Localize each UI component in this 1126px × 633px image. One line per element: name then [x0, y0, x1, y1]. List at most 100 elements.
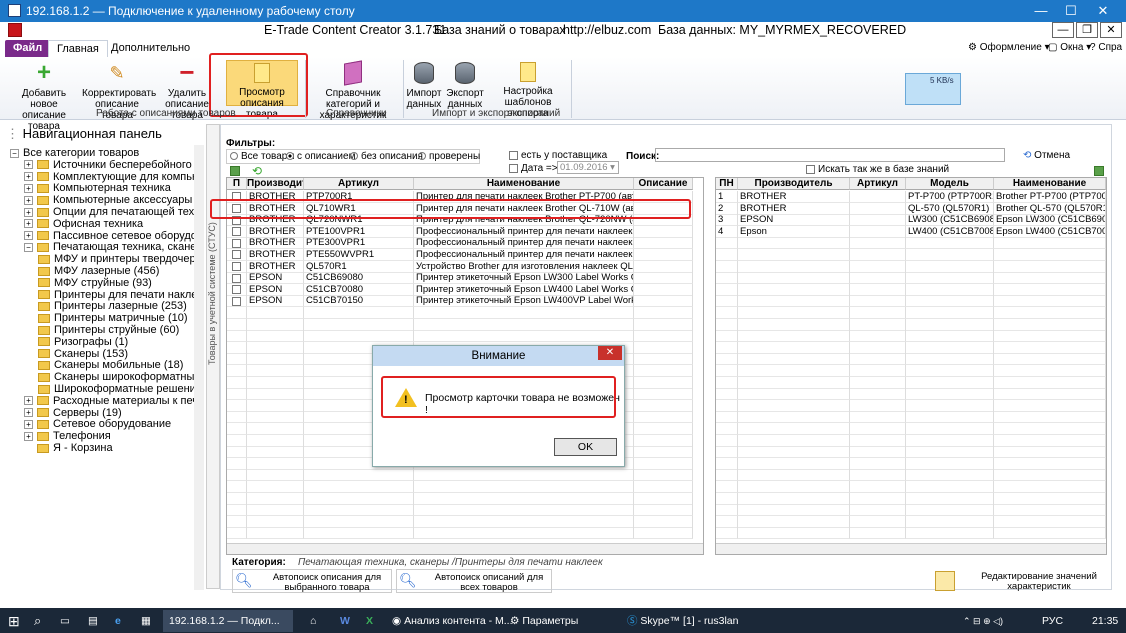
- refresh-grid-icon[interactable]: ⟲: [252, 164, 262, 178]
- column-header[interactable]: Модель: [906, 178, 994, 190]
- tab-file[interactable]: Файл: [5, 40, 51, 57]
- collapse-icon[interactable]: −: [24, 242, 33, 252]
- column-header[interactable]: Наименование: [414, 178, 634, 190]
- horizontal-scrollbar[interactable]: [227, 543, 703, 554]
- table-cell[interactable]: LW300 (C51CB69080): [906, 214, 994, 227]
- date-checkbox[interactable]: Дата =>: [509, 163, 558, 174]
- column-header[interactable]: Наименование: [994, 178, 1106, 190]
- table-cell[interactable]: LW400 (C51CB70080): [906, 225, 994, 238]
- table-cell[interactable]: [634, 249, 693, 261]
- export-grid-icon[interactable]: [230, 166, 240, 176]
- tree-node[interactable]: + Опции для печатающей техники: [24, 206, 194, 218]
- tree-node[interactable]: Принтеры матричные (10): [38, 312, 188, 324]
- search-input[interactable]: [655, 148, 1005, 162]
- table-cell[interactable]: Профессиональный принтер для печати накл…: [414, 249, 634, 261]
- export-data-button[interactable]: Экспорт данных: [445, 62, 485, 110]
- table-cell[interactable]: Принтер этикеточный Epson LW400 Label Wo…: [414, 283, 634, 296]
- table-cell[interactable]: Epson LW400 (C51CB70080): [994, 225, 1106, 238]
- menu-windows[interactable]: ▢ Окна ▾: [1048, 42, 1091, 53]
- row-checkbox[interactable]: [232, 296, 241, 306]
- table-cell[interactable]: 4: [716, 225, 738, 238]
- tree-node[interactable]: МФУ и принтеры твердочерн: [38, 253, 194, 265]
- date-field[interactable]: 01.09.2016 ▾: [557, 161, 619, 174]
- table-cell[interactable]: Brother PT-P700 (PTP700R1): [994, 191, 1106, 203]
- expand-icon[interactable]: +: [24, 231, 33, 241]
- expand-icon[interactable]: +: [24, 160, 33, 170]
- tree-node[interactable]: Ризографы (1): [38, 336, 128, 348]
- table-cell[interactable]: [227, 283, 247, 296]
- app-restore-button[interactable]: ❐: [1076, 22, 1098, 38]
- store-icon[interactable]: ▦: [141, 610, 151, 632]
- app-minimize-button[interactable]: —: [1052, 22, 1074, 38]
- table-cell[interactable]: [634, 237, 693, 250]
- expand-icon[interactable]: +: [24, 419, 33, 429]
- horizontal-scrollbar[interactable]: [716, 543, 1106, 554]
- tree-node[interactable]: + Комплектующие для компьютера: [24, 171, 194, 183]
- tree-node[interactable]: + Телефония: [24, 430, 111, 442]
- expand-icon[interactable]: +: [24, 408, 33, 418]
- row-checkbox[interactable]: [232, 250, 241, 260]
- table-cell[interactable]: BROTHER: [247, 249, 304, 261]
- table-cell[interactable]: [227, 225, 247, 238]
- table-cell[interactable]: [227, 249, 247, 261]
- table-cell[interactable]: [227, 237, 247, 250]
- rdp-minimize-button[interactable]: —: [1026, 0, 1056, 22]
- category-tree[interactable]: − Все категории товаров + Источники беспере…: [6, 145, 194, 590]
- column-header[interactable]: ПН: [716, 178, 738, 190]
- expand-icon[interactable]: +: [24, 219, 33, 229]
- table-cell[interactable]: [634, 283, 693, 296]
- excel-icon[interactable]: X: [366, 610, 373, 632]
- dialog-close-button[interactable]: ✕: [598, 346, 622, 360]
- radio-all[interactable]: Все товары: [230, 151, 295, 162]
- table-cell[interactable]: 3: [716, 214, 738, 227]
- column-header[interactable]: П: [227, 178, 247, 190]
- taskbar-skype[interactable]: Ⓢ Skype™ [1] - rus3lan: [627, 610, 738, 632]
- tree-node[interactable]: + Пассивное сетевое оборудование: [24, 230, 194, 242]
- tree-node[interactable]: МФУ струйные (93): [38, 277, 152, 289]
- expand-icon[interactable]: +: [24, 183, 33, 193]
- table-cell[interactable]: Epson LW300 (C51CB69080): [994, 214, 1106, 227]
- row-checkbox[interactable]: [232, 238, 241, 248]
- tree-node[interactable]: + Офисная техника: [24, 218, 143, 230]
- table-cell[interactable]: [227, 295, 247, 308]
- table-cell[interactable]: 2: [716, 202, 738, 215]
- column-header[interactable]: Производите: [247, 178, 304, 190]
- table-cell[interactable]: [850, 214, 906, 227]
- table-cell[interactable]: BROTHER: [738, 191, 850, 203]
- tree-node[interactable]: + Расходные материалы к печатной: [24, 395, 194, 407]
- export-right-icon[interactable]: [1094, 166, 1104, 176]
- column-header[interactable]: Описание: [634, 178, 693, 190]
- rdp-titlebar[interactable]: 192.168.1.2 — Подключение к удаленному р…: [0, 0, 1126, 22]
- search-kb-checkbox[interactable]: Искать так же в базе знаний: [806, 164, 949, 175]
- language-indicator[interactable]: РУС: [1042, 610, 1063, 632]
- table-cell[interactable]: C51CB69080: [304, 272, 414, 285]
- import-data-button[interactable]: Импорт данных: [404, 62, 444, 110]
- tree-node[interactable]: + Компьютерные аксессуары: [24, 194, 192, 206]
- explorer-icon[interactable]: ▤: [88, 610, 98, 632]
- table-cell[interactable]: PTE100VPR1: [304, 225, 414, 238]
- app-close-button[interactable]: ✕: [1100, 22, 1122, 38]
- home-icon[interactable]: ⌂: [310, 610, 316, 632]
- tree-node[interactable]: Широкоформатные решения (: [38, 383, 194, 395]
- tab-home[interactable]: Главная: [48, 40, 108, 57]
- radio-with-description[interactable]: с описанием: [286, 151, 355, 162]
- table-cell[interactable]: EPSON: [247, 283, 304, 296]
- expand-icon[interactable]: +: [24, 396, 33, 406]
- expand-icon[interactable]: +: [24, 172, 33, 182]
- table-cell[interactable]: [850, 225, 906, 238]
- column-header[interactable]: Артикул: [304, 178, 414, 190]
- expand-icon[interactable]: +: [24, 207, 33, 217]
- table-cell[interactable]: Принтер этикеточный Epson LW300 Label Wo…: [414, 272, 634, 285]
- tree-scrollbar[interactable]: [194, 145, 204, 590]
- kb-matches-grid[interactable]: ПН Производитель Артикул Модель Наименование…: [715, 177, 1107, 555]
- row-checkbox[interactable]: [232, 273, 241, 283]
- table-cell[interactable]: PTE300VPR1: [304, 237, 414, 250]
- table-cell[interactable]: [850, 191, 906, 203]
- table-cell[interactable]: 1: [716, 191, 738, 203]
- table-cell[interactable]: EPSON: [738, 214, 850, 227]
- table-cell[interactable]: PT-P700 (PTP700R1): [906, 191, 994, 203]
- collapse-icon[interactable]: −: [10, 148, 19, 158]
- table-cell[interactable]: Профессиональный принтер для печати накл…: [414, 225, 634, 238]
- site-link[interactable]: http://elbuz.com: [563, 23, 651, 37]
- table-cell[interactable]: PTE550WVPR1: [304, 249, 414, 261]
